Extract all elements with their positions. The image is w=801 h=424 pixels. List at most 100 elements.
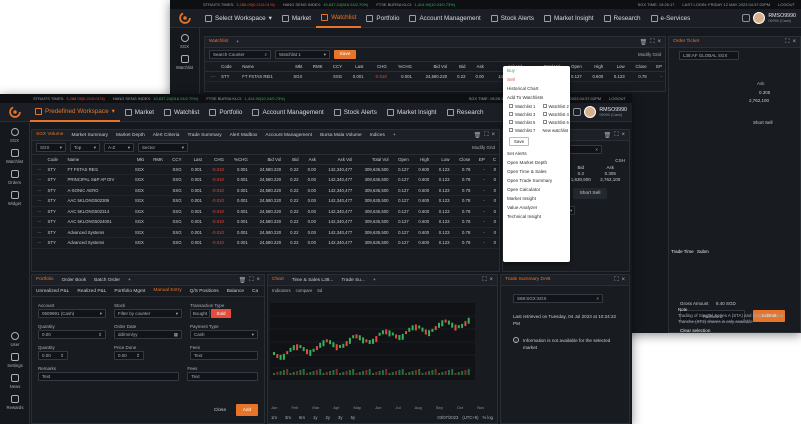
account-select[interactable]: 0509991 (Cash) ▾ bbox=[38, 309, 106, 318]
menu-item-open-trade-summary[interactable]: Open Trade Summary bbox=[503, 176, 570, 185]
sidebar-item-watchlist[interactable]: Watchlist bbox=[0, 149, 29, 164]
column-header[interactable]: %CHG bbox=[226, 155, 251, 165]
column-header[interactable]: High bbox=[584, 62, 607, 72]
delete-icon[interactable]: 🗑 bbox=[640, 39, 648, 46]
add-tab-button[interactable]: + bbox=[232, 37, 243, 47]
nav-watchlist[interactable]: Watchlist bbox=[159, 103, 204, 122]
column-header[interactable]: Bid bbox=[450, 62, 469, 72]
chart-toolbar-interval[interactable]: 5d bbox=[317, 288, 322, 293]
remarks-input[interactable]: Text bbox=[38, 372, 180, 381]
add-tab-button[interactable]: + bbox=[389, 130, 400, 140]
column-header[interactable]: High bbox=[411, 155, 433, 165]
nav-predefined-workspace[interactable]: Predefined Workspace ▾ bbox=[30, 103, 120, 122]
nav-market-insight[interactable]: Market Insight bbox=[382, 103, 442, 122]
sidebar-item-sgx[interactable]: SGX bbox=[0, 128, 29, 143]
nav-market[interactable]: Market bbox=[277, 9, 316, 28]
table-row[interactable]: ··· STY Advanced Systems SGX SSG 0.001 -0.010 0… bbox=[32, 227, 499, 238]
sidebar-item-rewards[interactable]: Rewards bbox=[0, 395, 30, 410]
add-tab-button[interactable]: + bbox=[369, 275, 380, 285]
chart-range-button[interactable]: 6m bbox=[299, 415, 305, 420]
column-header[interactable]: EP bbox=[649, 62, 665, 72]
nav-select-workspace[interactable]: Select Workspace ▾ bbox=[200, 9, 277, 28]
short-sell-button[interactable]: Short Sell bbox=[753, 120, 773, 125]
tab-watchlist[interactable]: Watchlist bbox=[205, 37, 233, 47]
delete-icon[interactable]: 🗑 bbox=[239, 277, 247, 284]
chart-range-button[interactable]: 5y bbox=[351, 415, 356, 420]
chart-range-button[interactable]: 1m bbox=[271, 415, 277, 420]
logout-link[interactable]: LOGOUT bbox=[778, 2, 801, 7]
menu-item-add-to-watchlists[interactable]: Add To Watchlists bbox=[503, 93, 570, 102]
column-header[interactable]: Bid Vol bbox=[250, 155, 285, 165]
column-header[interactable]: CCY bbox=[325, 62, 346, 72]
subtab-5[interactable]: Balance bbox=[223, 286, 248, 296]
sidebar-item-news[interactable]: News bbox=[0, 374, 30, 389]
close-icon[interactable]: × bbox=[595, 147, 598, 152]
tab-market-2[interactable]: Market Depth bbox=[112, 130, 149, 140]
row-menu-icon[interactable]: ··· bbox=[32, 185, 45, 196]
column-header[interactable]: Open bbox=[391, 155, 412, 165]
column-header[interactable]: Mkt bbox=[286, 62, 306, 72]
table-row[interactable]: ··· STY FT FSTAS REI1 SGX SSG 0.001 -0.010 0.00… bbox=[32, 164, 499, 175]
nav-stock-alerts[interactable]: Stock Alerts bbox=[329, 103, 382, 122]
tab-trade-summary[interactable]: Trade Su... bbox=[337, 275, 369, 285]
column-header[interactable]: CHG bbox=[204, 155, 227, 165]
row-menu-icon[interactable]: ··· bbox=[32, 164, 45, 175]
column-header[interactable]: Code bbox=[44, 155, 65, 165]
sidebar-item-settings[interactable]: Settings bbox=[0, 353, 30, 368]
subtab-3[interactable]: Manual Entry bbox=[149, 286, 186, 296]
tab-market-3[interactable]: Alert Criteria bbox=[149, 130, 184, 140]
tab-market-0[interactable]: SGX Volume bbox=[32, 130, 68, 140]
row-menu-icon[interactable]: ··· bbox=[32, 237, 45, 249]
chart-range-button[interactable]: 3y bbox=[338, 415, 343, 420]
sidebar-item-sgx[interactable]: SGX bbox=[170, 34, 199, 49]
row-menu-icon[interactable]: ··· bbox=[32, 174, 45, 186]
column-header[interactable]: %CHG bbox=[389, 62, 415, 72]
menu-item-set-alerts[interactable]: Set Alerts bbox=[503, 149, 570, 158]
row-menu-icon[interactable]: ··· bbox=[32, 227, 45, 238]
table-row[interactable]: ··· STY Advanced Systems SGX SSG 0.001 -0.010 0… bbox=[32, 237, 499, 249]
table-row[interactable]: ··· STY A-SONIC AERO SGX SSG 0.001 -0.010 0.001… bbox=[32, 185, 499, 196]
expand-icon[interactable]: ⛶ bbox=[650, 39, 654, 46]
column-header[interactable]: Code bbox=[218, 62, 240, 72]
checkbox-watchlist-4[interactable]: Watchlist 4 bbox=[537, 110, 571, 118]
close-icon[interactable]: × bbox=[621, 277, 625, 284]
nav-watchlist[interactable]: Watchlist bbox=[316, 9, 362, 28]
nav-market[interactable]: Market bbox=[120, 103, 159, 122]
expand-icon[interactable]: ⛶ bbox=[785, 39, 789, 46]
column-header[interactable]: Close bbox=[627, 62, 650, 72]
sidebar-item-user[interactable]: User bbox=[0, 332, 30, 347]
tab-chart[interactable]: Chart bbox=[268, 275, 288, 285]
close-icon[interactable]: × bbox=[657, 39, 661, 46]
close-icon[interactable]: × bbox=[256, 277, 260, 284]
expand-icon[interactable]: ⛶ bbox=[484, 132, 488, 139]
short-sell-button[interactable]: Short Sell bbox=[573, 188, 607, 199]
sidebar-item-watchlist[interactable]: Watchlist bbox=[170, 55, 199, 70]
user-menu[interactable]: RMSO9990 09990 (Cash) bbox=[584, 106, 632, 118]
nav-market-insight[interactable]: Market Insight bbox=[539, 9, 599, 28]
menu-item-market-insight[interactable]: Market Insight bbox=[503, 194, 570, 203]
column-header[interactable]: Bid Vol bbox=[414, 62, 451, 72]
payment-type-select[interactable]: Cash ▾ bbox=[190, 330, 258, 339]
fees-2-input[interactable]: Text bbox=[187, 372, 258, 381]
expand-icon[interactable]: ⛶ bbox=[482, 277, 486, 284]
delete-icon[interactable]: 🗑 bbox=[474, 132, 482, 139]
filter-select-1[interactable]: Top ▾ bbox=[70, 143, 100, 152]
chart-toolbar-indicators[interactable]: Indicators bbox=[272, 288, 291, 293]
column-header[interactable]: EP bbox=[473, 155, 488, 165]
chart-range-button[interactable]: 1y bbox=[313, 415, 318, 420]
column-header[interactable]: CHG bbox=[366, 62, 390, 72]
row-menu-icon[interactable]: ··· bbox=[32, 195, 45, 207]
user-menu[interactable]: RMSO9990 09990 (Cash) bbox=[753, 12, 801, 24]
sidebar-item-widget[interactable]: Widget bbox=[0, 191, 29, 206]
close-icon[interactable]: × bbox=[621, 132, 625, 139]
watchlist-select[interactable]: Watchlist 1 ▾ bbox=[275, 50, 330, 59]
tab-batch-order[interactable]: Batch Order bbox=[90, 275, 124, 285]
column-header[interactable]: Ask bbox=[301, 155, 319, 165]
tab-market-4[interactable]: Trade Summary bbox=[183, 130, 225, 140]
chart-scale-toggle[interactable]: % log bbox=[483, 415, 493, 420]
add-tab-button[interactable]: + bbox=[124, 275, 135, 285]
column-header[interactable]: Mkt bbox=[128, 155, 147, 165]
subtab-2[interactable]: Portfolio Mgmt bbox=[110, 286, 149, 296]
tab-time-sales[interactable]: Time & Sales L38... bbox=[288, 275, 338, 285]
stock-input[interactable]: L38:AF GLOBAL SGX bbox=[679, 51, 739, 60]
